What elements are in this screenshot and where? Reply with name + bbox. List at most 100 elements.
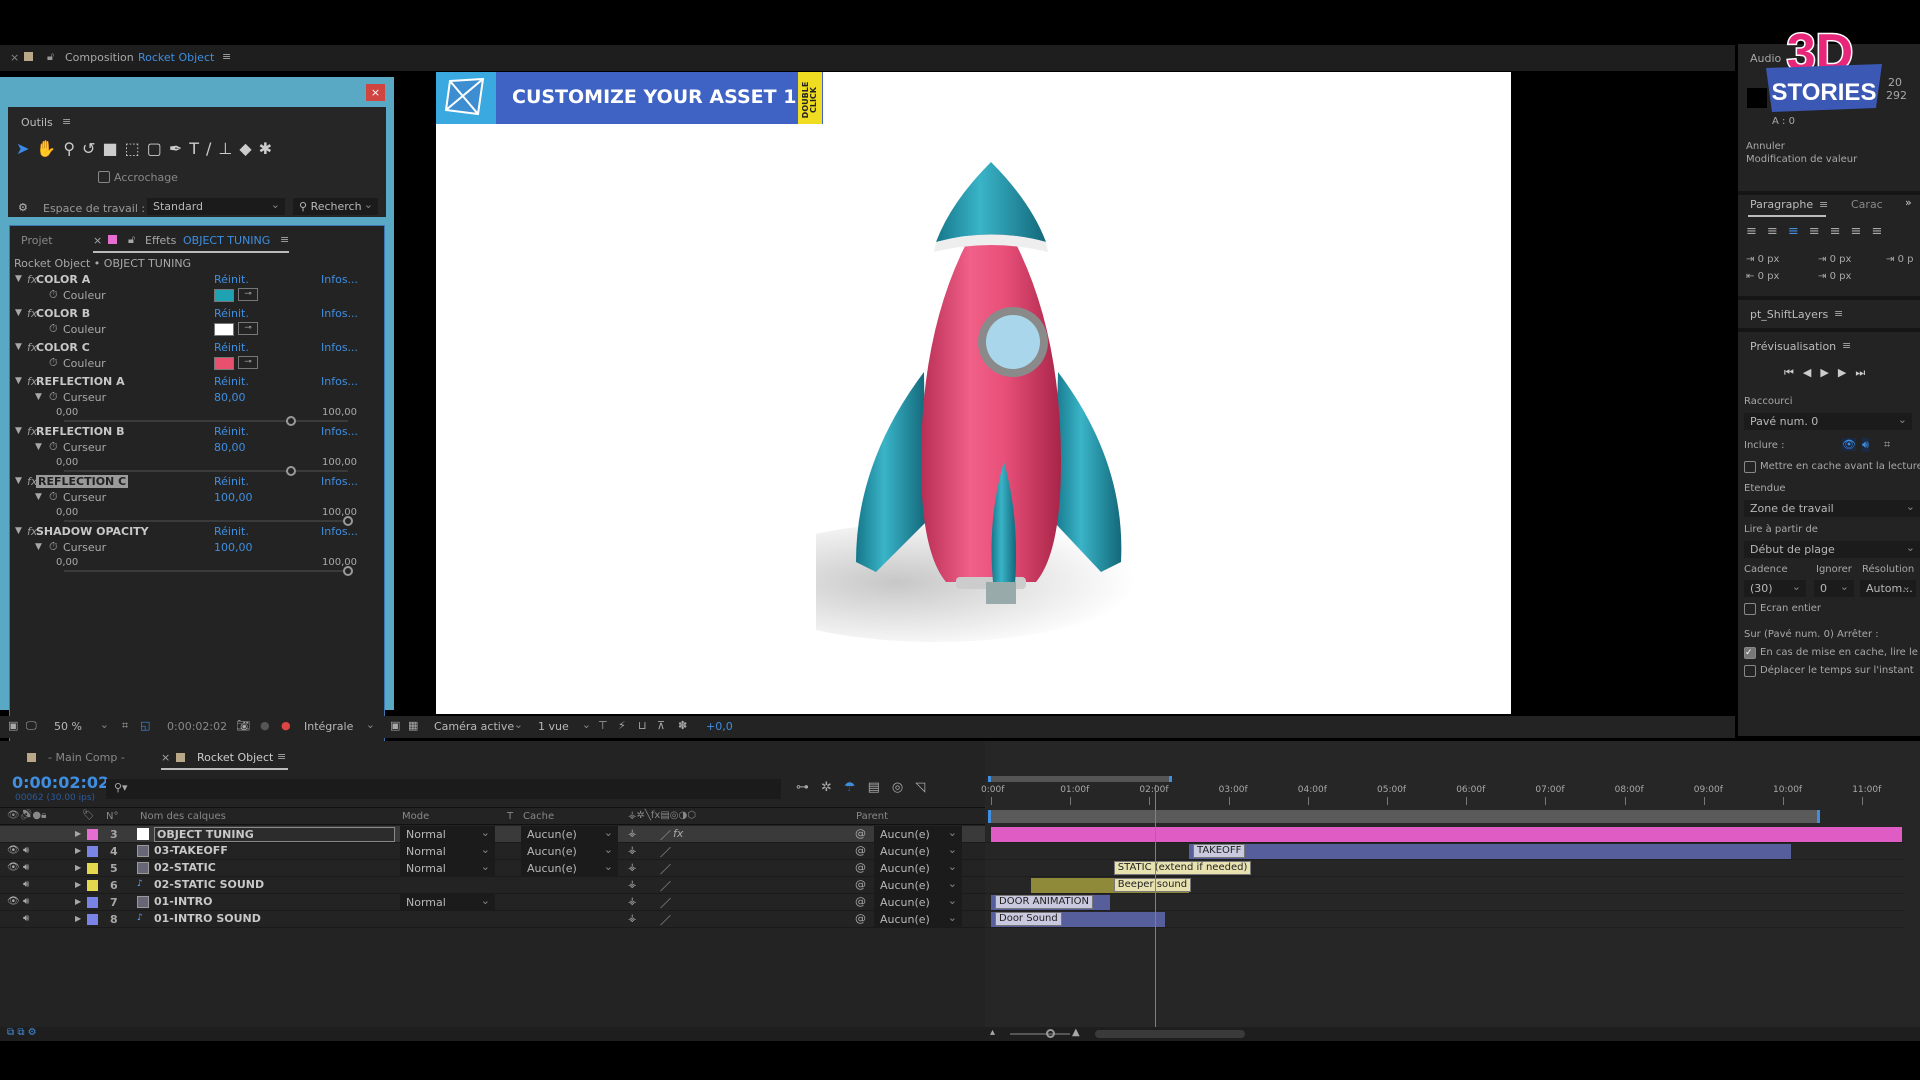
- reset-link[interactable]: Réinit.: [214, 273, 249, 286]
- layer-marker[interactable]: Beeper sound: [1113, 878, 1192, 892]
- menu-icon[interactable]: ≡: [1819, 198, 1828, 211]
- close-icon[interactable]: ×: [10, 51, 19, 64]
- roi-icon[interactable]: ▣: [390, 719, 400, 732]
- rotate-tool-icon[interactable]: ↺: [82, 139, 102, 158]
- channel-icon[interactable]: ●: [281, 719, 291, 732]
- stopwatch-icon[interactable]: ⏱︎: [49, 322, 58, 336]
- lock-icon[interactable]: 🔓︎: [47, 50, 54, 64]
- expand-triangle-icon[interactable]: ▶: [75, 880, 81, 889]
- label-color[interactable]: [87, 829, 98, 840]
- collapse-triangle-icon[interactable]: ▼: [35, 442, 42, 452]
- hand-tool-icon[interactable]: ✋: [36, 139, 63, 158]
- parent-dropdown[interactable]: Aucun(e): [874, 860, 962, 876]
- align-center-icon[interactable]: ≡: [1767, 224, 1788, 239]
- eye-icon[interactable]: 👁︎: [7, 862, 20, 873]
- menu-icon[interactable]: ≡: [1842, 339, 1851, 352]
- layer-name[interactable]: OBJECT TUNING: [154, 827, 395, 842]
- eraser-tool-icon[interactable]: ◆: [239, 139, 258, 158]
- pick-whip-icon[interactable]: @: [855, 878, 866, 891]
- always-preview-icon[interactable]: ▣: [8, 719, 18, 732]
- quality-switch-icon[interactable]: ／: [660, 895, 671, 911]
- layer-marker[interactable]: DOOR ANIMATION: [995, 895, 1093, 909]
- expand-triangle-icon[interactable]: ▶: [75, 829, 81, 838]
- tab-character[interactable]: Carac: [1851, 198, 1883, 211]
- about-link[interactable]: Infos...: [321, 525, 358, 538]
- timeline-icon[interactable]: ⊔: [638, 719, 647, 732]
- tab-paragraph[interactable]: Paragraphe: [1750, 198, 1813, 211]
- quality-switch-icon[interactable]: ／: [660, 912, 671, 928]
- shortcut-dropdown[interactable]: Pavé num. 0: [1744, 413, 1912, 430]
- customize-banner[interactable]: CUSTOMIZE YOUR ASSET 1 DOUBLE CLICK: [436, 72, 823, 124]
- show-snapshot-icon[interactable]: ●: [260, 719, 270, 732]
- shift-layers-title[interactable]: pt_ShiftLayers: [1750, 308, 1828, 321]
- slider-handle[interactable]: [343, 566, 353, 576]
- layer-name[interactable]: 01-INTRO SOUND: [154, 912, 261, 925]
- label-color[interactable]: [87, 914, 98, 925]
- layer-row[interactable]: 👁︎🔊︎ ▶ 4 03-TAKEOFF Normal Aucun(e) ⚶ ／ @ Aucun(e…: [0, 843, 985, 860]
- about-link[interactable]: Infos...: [321, 273, 358, 286]
- timeline-zoom-slider[interactable]: [1010, 1029, 1070, 1038]
- collapse-triangle-icon[interactable]: ▼: [15, 342, 22, 352]
- justify-left-icon[interactable]: ≡: [1809, 224, 1830, 239]
- matte-dropdown[interactable]: Aucun(e): [521, 843, 618, 859]
- shy-switch-icon[interactable]: ⚶: [628, 879, 637, 890]
- speaker-icon[interactable]: 🔊︎: [23, 896, 29, 907]
- opt2-checkbox[interactable]: [1744, 665, 1756, 677]
- param-value[interactable]: 100,00: [214, 541, 253, 554]
- eyedropper-icon[interactable]: ⊸: [238, 288, 258, 301]
- eyedropper-icon[interactable]: ⊸: [238, 322, 258, 335]
- shy-switch-icon[interactable]: ⚶: [628, 828, 637, 839]
- collapse-triangle-icon[interactable]: ▼: [15, 308, 22, 318]
- collapse-triangle-icon[interactable]: ▼: [15, 274, 22, 284]
- mode-dropdown[interactable]: Normal: [400, 826, 495, 842]
- align-right-icon[interactable]: ≡: [1788, 224, 1809, 239]
- layer-row[interactable]: 🔊︎ ▶ 6 ♪ 02-STATIC SOUND ⚶ ／ @ Aucun(e): [0, 877, 985, 894]
- mode-dropdown[interactable]: Normal: [400, 894, 495, 910]
- collapse-triangle-icon[interactable]: ▼: [15, 526, 22, 536]
- about-link[interactable]: Infos...: [321, 375, 358, 388]
- space-after-field[interactable]: ⇥ 0 px: [1818, 271, 1851, 282]
- layer-row[interactable]: ▶ 3 OBJECT TUNING Normal Aucun(e) ⚶ ／fx @ Aucun(…: [0, 826, 985, 843]
- parent-dropdown[interactable]: Aucun(e): [874, 911, 962, 927]
- workspace-dropdown[interactable]: Standard: [147, 198, 285, 215]
- current-timecode[interactable]: 0:00:02:02: [12, 773, 109, 792]
- rectangle-tool-icon[interactable]: ▢: [147, 139, 169, 158]
- tab-project[interactable]: Projet: [21, 234, 53, 247]
- motion-blur-icon[interactable]: ◎: [892, 780, 915, 795]
- first-frame-icon[interactable]: ⏮: [1784, 366, 1803, 379]
- camera-tool-icon[interactable]: ■: [102, 139, 124, 158]
- stopwatch-icon[interactable]: ⏱︎: [49, 490, 58, 504]
- speaker-icon[interactable]: 🔊︎: [23, 879, 29, 890]
- comp-name-tab[interactable]: Rocket Object: [138, 51, 214, 64]
- shy-switch-icon[interactable]: ⚶: [628, 862, 637, 873]
- zoom-slider-handle[interactable]: [1046, 1029, 1055, 1038]
- reset-link[interactable]: Réinit.: [214, 425, 249, 438]
- opt1-checkbox[interactable]: ✓: [1744, 647, 1756, 659]
- time-ruler[interactable]: 0:00f 01:00f 02:00f 03:00f 04:00f 05:00f 06:00…: [981, 785, 1920, 807]
- region-icon[interactable]: ⌗: [122, 719, 128, 733]
- matte-dropdown[interactable]: Aucun(e): [521, 826, 618, 842]
- frame-blending-icon[interactable]: ▤: [868, 780, 892, 795]
- param-value[interactable]: 100,00: [214, 491, 253, 504]
- layer-name[interactable]: 01-INTRO: [154, 895, 213, 908]
- fullscreen-checkbox[interactable]: [1744, 603, 1756, 615]
- expand-triangle-icon[interactable]: ▶: [75, 863, 81, 872]
- camera-dropdown[interactable]: Caméra active: [428, 718, 528, 735]
- tab-effects[interactable]: Effets: [145, 234, 176, 247]
- transparency-grid-icon[interactable]: ▦: [408, 719, 418, 732]
- layer-row[interactable]: 🔊︎ ▶ 8 ♪ 01-INTRO SOUND ⚶ ／ @ Aucun(e): [0, 911, 985, 928]
- quality-switch-icon[interactable]: ／: [660, 861, 671, 877]
- last-frame-icon[interactable]: ⏭: [1855, 366, 1874, 379]
- layer-duration-bar[interactable]: [1189, 844, 1791, 859]
- layer-row[interactable]: 👁︎🔊︎ ▶ 5 02-STATIC Normal Aucun(e) ⚶ ／ @ Aucun(e): [0, 860, 985, 877]
- collapse-triangle-icon[interactable]: ▼: [15, 476, 22, 486]
- text-tool-icon[interactable]: T: [189, 139, 206, 158]
- prev-frame-icon[interactable]: ◀: [1803, 366, 1820, 379]
- include-overlays-icon[interactable]: ⌗: [1884, 438, 1890, 452]
- justify-center-icon[interactable]: ≡: [1830, 224, 1851, 239]
- justify-right-icon[interactable]: ≡: [1851, 224, 1872, 239]
- space-before-field[interactable]: ⇥ 0 px: [1818, 254, 1851, 265]
- search-field[interactable]: ⚲ Recherch: [293, 198, 378, 215]
- reset-link[interactable]: Réinit.: [214, 307, 249, 320]
- quality-switch-icon[interactable]: ／: [660, 878, 671, 894]
